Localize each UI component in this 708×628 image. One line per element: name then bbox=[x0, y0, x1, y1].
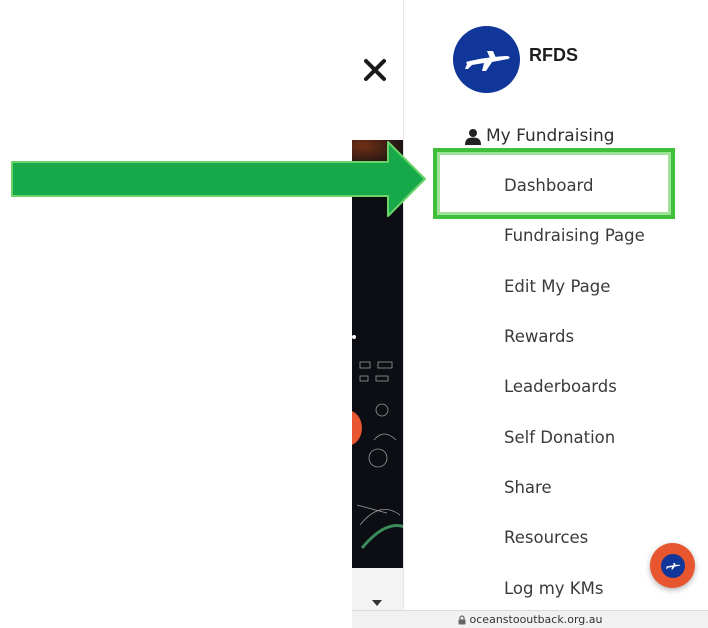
chat-button[interactable] bbox=[650, 543, 695, 588]
menu-item-dashboard[interactable]: Dashboard bbox=[504, 176, 594, 200]
menu-item-rewards[interactable]: Rewards bbox=[504, 327, 574, 351]
menu-item-leaderboards[interactable]: Leaderboards bbox=[504, 377, 617, 401]
lock-icon bbox=[458, 614, 466, 624]
url-text: oceanstooutback.org.au bbox=[469, 613, 603, 626]
close-menu-button[interactable] bbox=[355, 50, 395, 90]
brand-name: RFDS bbox=[529, 45, 578, 65]
menu-item-edit-my-page[interactable]: Edit My Page bbox=[504, 277, 610, 301]
annotation-arrow-icon bbox=[11, 141, 426, 217]
caret-down-icon bbox=[372, 600, 382, 606]
navigation-drawer bbox=[403, 0, 708, 610]
plane-icon bbox=[464, 50, 510, 71]
section-label: My Fundraising bbox=[486, 126, 615, 146]
menu-item-self-donation[interactable]: Self Donation bbox=[504, 428, 615, 452]
menu-item-share[interactable]: Share bbox=[504, 478, 552, 502]
my-fundraising-section: My Fundraising bbox=[465, 125, 615, 147]
rfds-logo[interactable] bbox=[453, 26, 520, 93]
plane-icon bbox=[665, 562, 680, 570]
menu-item-fundraising-page[interactable]: Fundraising Page bbox=[504, 226, 645, 250]
close-icon bbox=[364, 59, 386, 81]
dropdown-caret[interactable] bbox=[371, 592, 383, 611]
browser-url-bar[interactable]: oceanstooutback.org.au bbox=[352, 610, 708, 628]
user-icon bbox=[465, 128, 481, 145]
chat-button-inner bbox=[660, 553, 685, 578]
menu-item-resources[interactable]: Resources bbox=[504, 528, 588, 552]
menu-item-log-my-kms[interactable]: Log my KMs bbox=[504, 579, 603, 603]
